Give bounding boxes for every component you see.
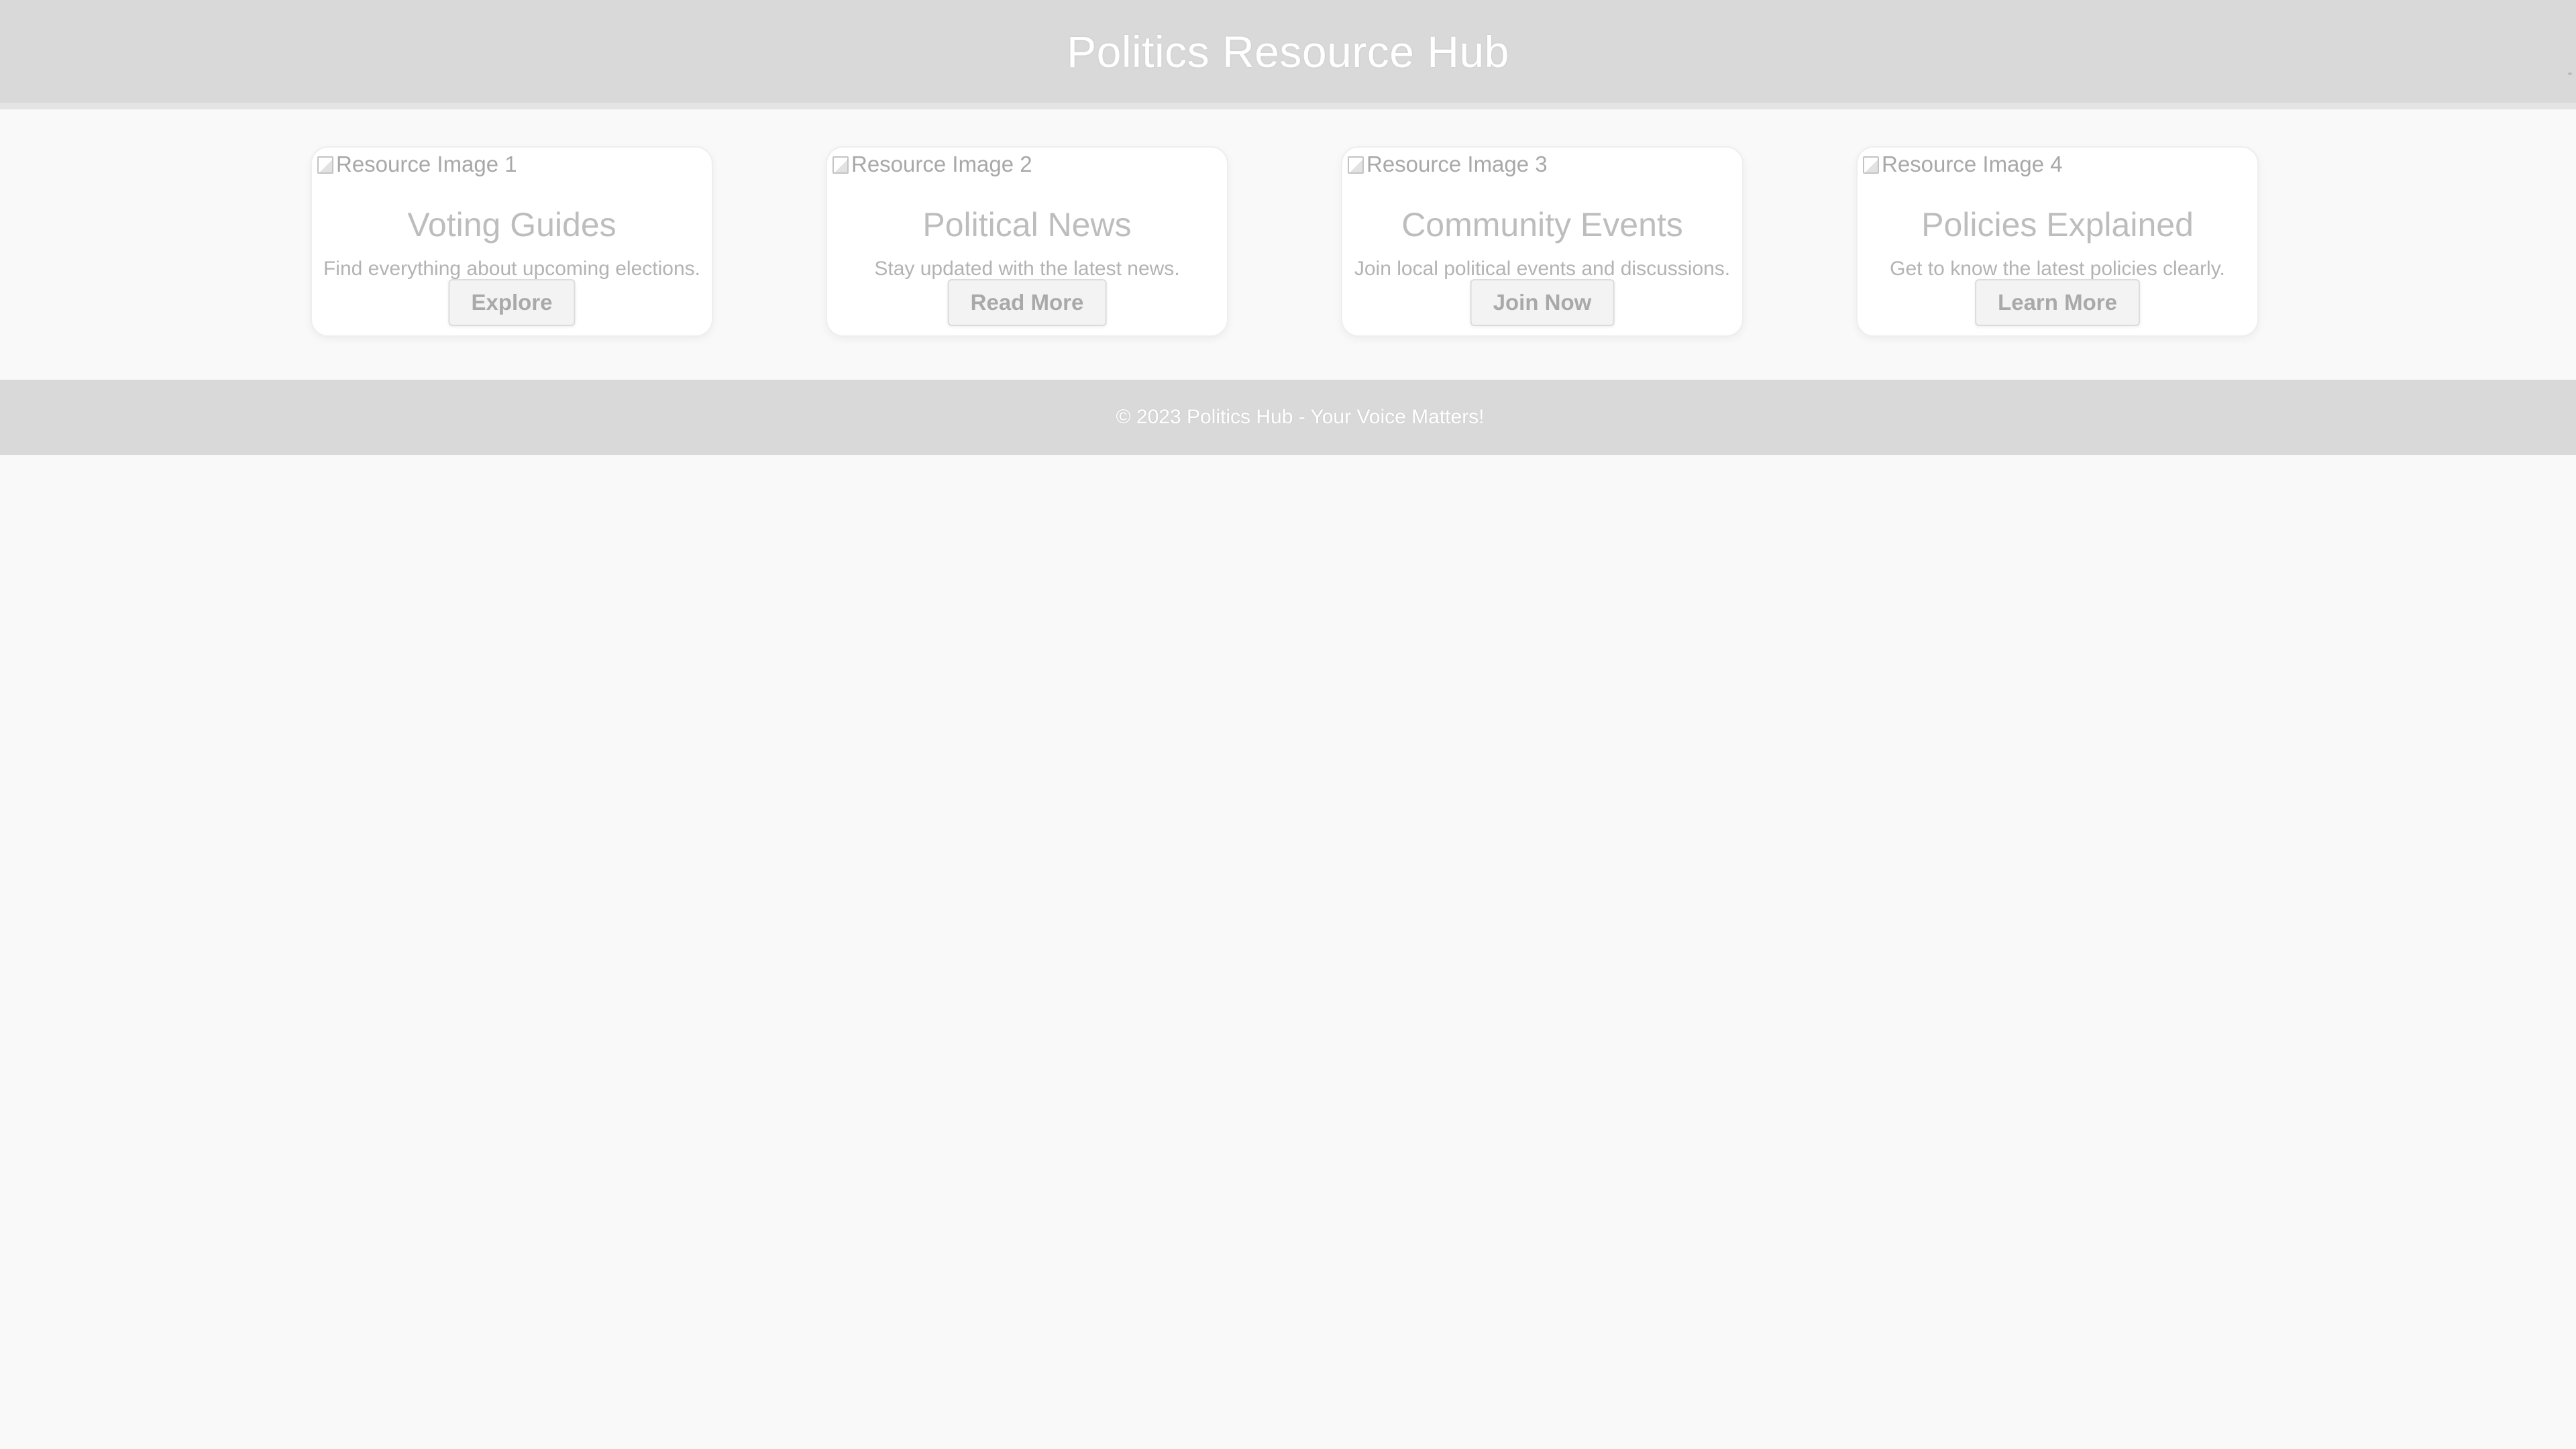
footer-text: © 2023 Politics Hub - Your Voice Matters…	[1116, 406, 1485, 428]
resource-cards: Resource Image 1 Voting Guides Find ever…	[0, 146, 2576, 338]
resource-image: Resource Image 2	[831, 152, 1032, 177]
broken-image-icon	[831, 154, 850, 174]
card-policies-explained: Resource Image 4 Policies Explained Get …	[1856, 146, 2259, 337]
page-title: Politics Resource Hub	[1067, 26, 1509, 76]
card-description: Join local political events and discussi…	[1354, 258, 1731, 280]
resource-image: Resource Image 4	[1862, 152, 2063, 177]
read-more-button[interactable]: Read More	[947, 279, 1107, 326]
broken-image-icon	[316, 154, 335, 174]
broken-image-icon	[1346, 154, 1365, 174]
site-footer: © 2023 Politics Hub - Your Voice Matters…	[0, 380, 2576, 455]
site-header: Politics Resource Hub	[0, 0, 2576, 109]
learn-more-button[interactable]: Learn More	[1975, 279, 2140, 326]
image-alt-text: Resource Image 2	[851, 152, 1032, 176]
join-now-button[interactable]: Join Now	[1470, 279, 1615, 326]
image-alt-text: Resource Image 1	[336, 152, 517, 176]
card-voting-guides: Resource Image 1 Voting Guides Find ever…	[311, 146, 713, 337]
card-title: Political News	[922, 206, 1132, 244]
card-description: Stay updated with the latest news.	[874, 258, 1180, 280]
broken-image-icon	[1862, 154, 1880, 174]
explore-button[interactable]: Explore	[448, 279, 576, 326]
card-description: Get to know the latest policies clearly.	[1890, 258, 2225, 280]
card-title: Policies Explained	[1921, 206, 2194, 244]
resource-image: Resource Image 1	[316, 152, 517, 177]
image-alt-text: Resource Image 4	[1882, 152, 2063, 176]
card-community-events: Resource Image 3 Community Events Join l…	[1341, 146, 1743, 337]
image-alt-text: Resource Image 3	[1366, 152, 1548, 176]
header-edge-mark	[2568, 72, 2572, 75]
card-title: Community Events	[1401, 206, 1683, 244]
card-political-news: Resource Image 2 Political News Stay upd…	[826, 146, 1228, 337]
card-title: Voting Guides	[407, 206, 616, 244]
card-description: Find everything about upcoming elections…	[323, 258, 700, 280]
resource-image: Resource Image 3	[1346, 152, 1548, 177]
